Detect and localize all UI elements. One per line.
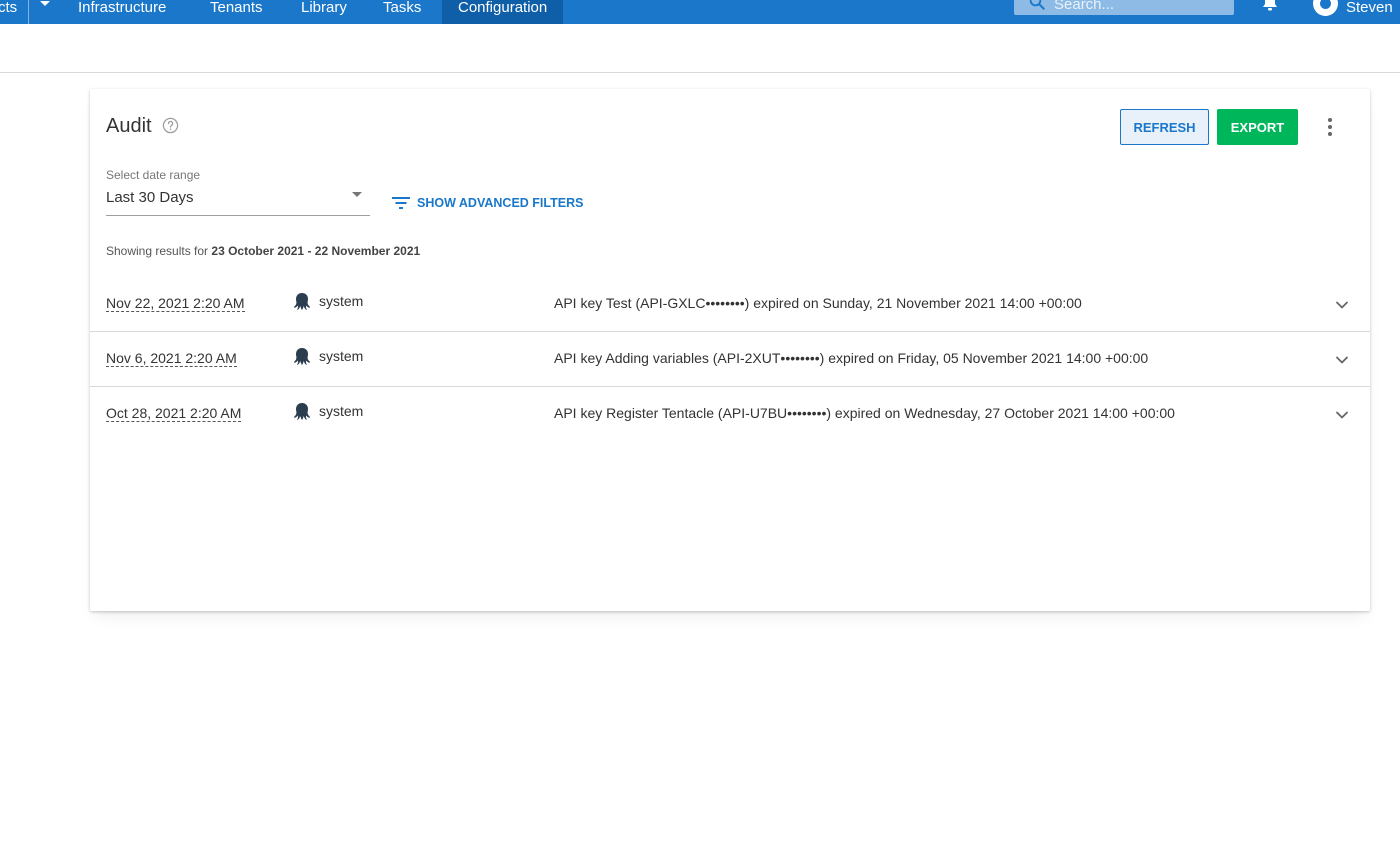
table-row[interactable]: Nov 6, 2021 2:20 AM system API key Addin… <box>90 332 1370 387</box>
results-range: 23 October 2021 - 22 November 2021 <box>211 244 421 258</box>
event-date[interactable]: Nov 6, 2021 2:20 AM <box>106 350 237 367</box>
show-advanced-filters-label: SHOW ADVANCED FILTERS <box>417 196 584 210</box>
event-date[interactable]: Nov 22, 2021 2:20 AM <box>106 295 245 312</box>
page-subheader <box>0 24 1400 73</box>
nav-dropdown-caret-icon[interactable] <box>40 1 50 6</box>
bell-icon[interactable] <box>1261 0 1279 12</box>
date-range-label: Select date range <box>106 168 201 182</box>
event-date[interactable]: Oct 28, 2021 2:20 AM <box>106 405 242 422</box>
search-box[interactable] <box>1014 0 1234 15</box>
nav-item-tenants[interactable]: Tenants <box>210 0 263 24</box>
date-range-underline <box>106 215 370 216</box>
nav-item-library[interactable]: Library <box>301 0 347 24</box>
nav-item-configuration[interactable]: Configuration <box>442 0 564 24</box>
user-name[interactable]: Steven <box>1346 0 1393 24</box>
audit-card: Audit REFRESH EXPORT Select date range L… <box>90 89 1370 611</box>
nav-item-infrastructure[interactable]: Infrastructure <box>78 0 166 24</box>
chevron-down-icon[interactable] <box>352 192 362 197</box>
octopus-icon <box>293 348 311 365</box>
chevron-down-icon[interactable] <box>1334 297 1350 313</box>
chevron-down-icon[interactable] <box>1334 407 1350 423</box>
help-icon[interactable] <box>162 117 179 134</box>
event-message: API key Adding variables (API-2XUT••••••… <box>554 350 1149 366</box>
date-range-value[interactable]: Last 30 Days <box>106 189 194 206</box>
search-icon <box>1029 0 1045 10</box>
octopus-icon <box>293 293 311 310</box>
nav-item-projects[interactable]: cts <box>0 0 17 24</box>
avatar[interactable] <box>1313 0 1338 16</box>
export-button[interactable]: EXPORT <box>1217 109 1298 145</box>
results-summary: Showing results for 23 October 2021 - 22… <box>106 244 420 258</box>
more-vert-icon[interactable] <box>1320 115 1340 139</box>
search-input[interactable] <box>1054 0 1224 15</box>
refresh-button[interactable]: REFRESH <box>1120 109 1209 145</box>
filter-icon <box>392 197 410 209</box>
top-nav-bar: cts Infrastructure Tenants Library Tasks… <box>0 0 1400 24</box>
event-user: system <box>319 348 364 364</box>
octopus-icon <box>293 403 311 420</box>
table-row[interactable]: Nov 22, 2021 2:20 AM system API key Test… <box>90 277 1370 332</box>
results-prefix: Showing results for <box>106 244 212 258</box>
chevron-down-icon[interactable] <box>1334 352 1350 368</box>
nav-item-tasks[interactable]: Tasks <box>383 0 421 24</box>
event-user: system <box>319 293 364 309</box>
page-title: Audit <box>106 115 152 137</box>
table-row[interactable]: Oct 28, 2021 2:20 AM system API key Regi… <box>90 387 1370 442</box>
show-advanced-filters-button[interactable]: SHOW ADVANCED FILTERS <box>392 193 583 213</box>
event-message: API key Test (API-GXLC••••••••) expired … <box>554 295 1082 311</box>
nav-divider <box>28 0 29 24</box>
event-user: system <box>319 403 364 419</box>
event-message: API key Register Tentacle (API-U7BU•••••… <box>554 405 1175 421</box>
